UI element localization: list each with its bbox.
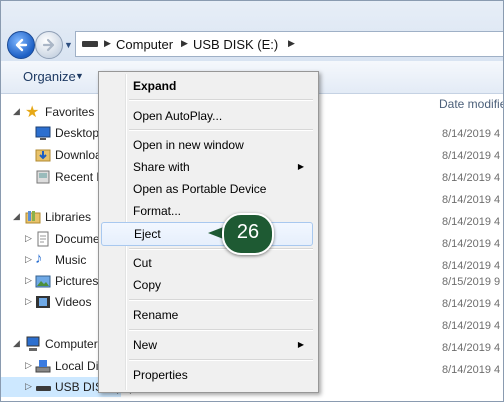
date-cell: 8/14/2019 4 bbox=[442, 298, 501, 310]
date-cell: 8/15/2019 9 bbox=[442, 276, 501, 288]
menu-item-open-autoplay[interactable]: Open AutoPlay... bbox=[101, 105, 314, 127]
menu-item-label: Share with bbox=[133, 160, 190, 174]
menu-item-eject[interactable]: Eject bbox=[101, 222, 313, 246]
usb-drive-icon bbox=[35, 379, 51, 395]
submenu-arrow-icon: ▶ bbox=[297, 162, 304, 171]
date-cell: 8/14/2019 4 bbox=[442, 172, 501, 184]
chevron-down-icon[interactable]: ▼ bbox=[75, 71, 84, 81]
menu-separator bbox=[129, 99, 313, 101]
menu-item-label: Properties bbox=[133, 368, 188, 382]
forward-arrow-icon bbox=[42, 38, 55, 52]
back-button[interactable] bbox=[7, 31, 35, 59]
nav-item-label: Computer bbox=[45, 337, 98, 351]
nav-item-label: Videos bbox=[55, 295, 92, 309]
menu-item-rename[interactable]: Rename bbox=[101, 304, 314, 326]
date-cell: 8/14/2019 4 bbox=[442, 320, 501, 332]
step-number: 26 bbox=[236, 221, 260, 243]
date-cell: 8/14/2019 4 bbox=[442, 128, 501, 140]
date-cell: 8/14/2019 4 bbox=[442, 238, 501, 250]
collapse-arrow-icon[interactable]: ◢ bbox=[13, 338, 20, 349]
nav-item-label: Pictures bbox=[55, 274, 99, 288]
pictures-icon bbox=[35, 273, 51, 289]
column-header-date-modified[interactable]: Date modified bbox=[439, 97, 503, 111]
breadcrumb-separator-icon[interactable]: ▶ bbox=[104, 38, 111, 49]
address-bar-area: ▼ ▶ Computer ▶ USB DISK (E:) ▶ bbox=[1, 1, 503, 61]
breadcrumb-separator-icon[interactable]: ▶ bbox=[288, 38, 295, 49]
menu-item-label: Open as Portable Device bbox=[133, 182, 267, 196]
address-box[interactable]: ▶ Computer ▶ USB DISK (E:) ▶ bbox=[75, 31, 503, 57]
collapse-arrow-icon[interactable]: ◢ bbox=[13, 106, 20, 117]
expand-arrow-icon[interactable]: ▷ bbox=[25, 381, 32, 392]
menu-item-new[interactable]: New ▶ bbox=[101, 334, 314, 356]
explorer-window: ▼ ▶ Computer ▶ USB DISK (E:) ▶ Organize … bbox=[0, 0, 504, 402]
expand-arrow-icon[interactable]: ▷ bbox=[25, 275, 32, 286]
menu-item-expand[interactable]: Expand bbox=[101, 75, 314, 97]
menu-item-label: Rename bbox=[133, 308, 179, 322]
menu-item-label: Expand bbox=[133, 79, 177, 93]
nav-item-label: Favorites bbox=[45, 105, 95, 119]
breadcrumb-usb-disk[interactable]: USB DISK (E:) bbox=[193, 37, 278, 52]
menu-item-label: Open AutoPlay... bbox=[133, 109, 223, 123]
expand-arrow-icon[interactable]: ▷ bbox=[25, 254, 32, 265]
downloads-folder-icon bbox=[35, 147, 51, 163]
menu-item-copy[interactable]: Copy bbox=[101, 274, 314, 296]
menu-item-label: New bbox=[133, 338, 158, 352]
date-cell: 8/14/2019 4 bbox=[442, 364, 501, 376]
forward-button[interactable] bbox=[35, 31, 63, 59]
collapse-arrow-icon[interactable]: ◢ bbox=[13, 211, 20, 222]
documents-icon bbox=[35, 231, 51, 247]
libraries-icon bbox=[25, 209, 41, 225]
nav-item-label: Music bbox=[55, 253, 87, 267]
menu-item-open-portable-device[interactable]: Open as Portable Device bbox=[101, 178, 314, 200]
local-disk-icon bbox=[35, 358, 51, 374]
back-arrow-icon bbox=[15, 38, 28, 52]
drive-icon bbox=[82, 41, 98, 47]
expand-arrow-icon[interactable]: ▷ bbox=[25, 360, 32, 371]
date-cell: 8/14/2019 4 bbox=[442, 150, 501, 162]
menu-separator bbox=[129, 329, 313, 331]
expand-arrow-icon[interactable]: ▷ bbox=[25, 233, 32, 244]
recent-places-icon bbox=[35, 169, 51, 185]
menu-item-label: Format... bbox=[133, 204, 182, 218]
menu-item-properties[interactable]: Properties bbox=[101, 364, 314, 386]
menu-separator bbox=[129, 299, 313, 301]
history-dropdown-icon[interactable]: ▼ bbox=[64, 40, 73, 50]
breadcrumb-computer[interactable]: Computer bbox=[116, 37, 173, 52]
nav-item-label: Desktop bbox=[55, 126, 100, 140]
menu-item-label: Eject bbox=[134, 227, 161, 241]
step-callout: 26 bbox=[208, 213, 274, 255]
videos-icon bbox=[35, 294, 51, 310]
menu-item-open-new-window[interactable]: Open in new window bbox=[101, 134, 314, 156]
menu-item-label: Copy bbox=[133, 278, 162, 292]
breadcrumb-separator-icon[interactable]: ▶ bbox=[181, 38, 188, 49]
menu-item-label: Cut bbox=[133, 256, 152, 270]
submenu-arrow-icon: ▶ bbox=[297, 340, 304, 349]
star-icon: ★ bbox=[25, 104, 40, 121]
date-cell: 8/14/2019 4 bbox=[442, 342, 501, 354]
computer-icon bbox=[25, 336, 41, 352]
date-cell: 8/14/2019 4 bbox=[442, 194, 501, 206]
expand-arrow-icon[interactable]: ▷ bbox=[25, 296, 32, 307]
organize-button[interactable]: Organize bbox=[23, 69, 76, 84]
desktop-icon bbox=[35, 125, 51, 141]
menu-separator bbox=[129, 129, 313, 131]
nav-item-label: Libraries bbox=[45, 210, 92, 224]
music-icon: ♪ bbox=[35, 250, 43, 267]
date-cell: 8/14/2019 4 bbox=[442, 260, 501, 272]
menu-separator bbox=[129, 359, 313, 361]
menu-item-share-with[interactable]: Share with ▶ bbox=[101, 156, 314, 178]
menu-item-cut[interactable]: Cut bbox=[101, 252, 314, 274]
date-cell: 8/14/2019 4 bbox=[442, 216, 501, 228]
menu-item-label: Open in new window bbox=[133, 138, 244, 152]
